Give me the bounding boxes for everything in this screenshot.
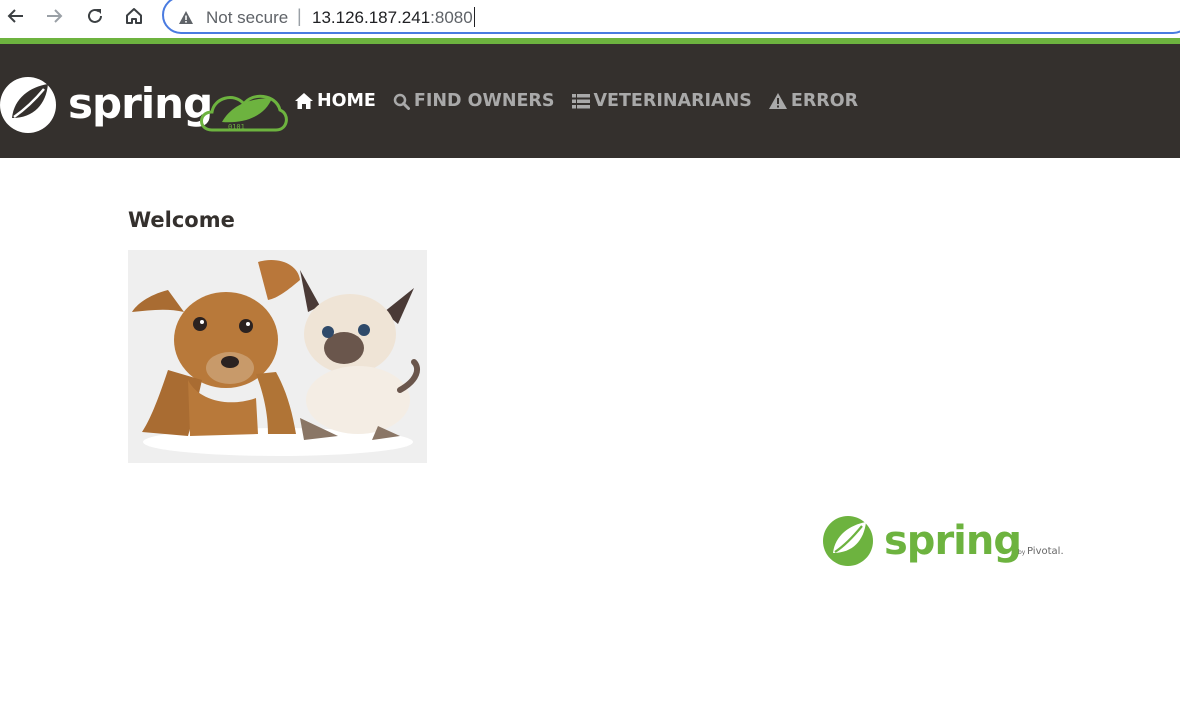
nav-home[interactable]: HOME [295, 91, 376, 111]
url-port: :8080 [430, 8, 473, 27]
nav-links: HOME FIND OWNERS VETERINARIANS ERROR [295, 44, 875, 158]
search-icon [393, 93, 410, 110]
footer-pivotal-text: Pivotal. [1027, 546, 1064, 557]
address-separator: | [297, 6, 302, 26]
warning-icon [768, 93, 787, 109]
back-button[interactable] [2, 2, 30, 30]
home-icon [295, 93, 313, 109]
url-text[interactable]: 13.126.187.241:8080 [312, 7, 475, 28]
spring-by-pivotal-logo: spring by Pivotal. [823, 516, 1064, 566]
security-status[interactable]: Not secure [206, 8, 288, 28]
cloud-badge-text: 0101 [228, 123, 245, 131]
cloud-leaf-icon: 0101 [200, 94, 288, 132]
nav-veterinarians[interactable]: VETERINARIANS [571, 91, 752, 111]
brand-wordmark: spring [68, 79, 212, 128]
footer-brand-wordmark: spring [884, 518, 1021, 564]
footer-by-text: by [1018, 549, 1026, 556]
nav-find-owners[interactable]: FIND OWNERS [393, 91, 555, 111]
list-icon [571, 93, 590, 109]
home-button[interactable] [120, 2, 148, 30]
spring-leaf-circle-icon [0, 77, 56, 133]
warning-triangle-icon [179, 11, 193, 24]
address-bar[interactable]: Not secure | 13.126.187.241:8080 [162, 0, 1180, 34]
reload-icon [88, 8, 102, 23]
forward-arrow-icon [47, 9, 63, 23]
nav-error-label: ERROR [790, 91, 859, 111]
back-arrow-icon [7, 9, 23, 23]
reload-button[interactable] [81, 2, 109, 30]
home-outline-icon [126, 8, 142, 24]
navbar: spring 0101 HOME FIND OWNERS VETERINARIA… [0, 44, 1180, 158]
nav-find-owners-label: FIND OWNERS [413, 91, 555, 111]
text-caret [473, 7, 475, 27]
spring-brand-logo[interactable]: spring 0101 [0, 74, 290, 136]
forward-button[interactable] [40, 2, 68, 30]
page-title: Welcome [128, 208, 235, 232]
nav-error[interactable]: ERROR [768, 91, 859, 111]
nav-home-label: HOME [317, 91, 376, 111]
spring-leaf-circle-icon [823, 516, 873, 566]
nav-veterinarians-label: VETERINARIANS [593, 91, 752, 111]
browser-toolbar: Not secure | 13.126.187.241:8080 [0, 0, 1180, 38]
pets-image [128, 250, 427, 463]
url-host: 13.126.187.241 [312, 8, 431, 27]
